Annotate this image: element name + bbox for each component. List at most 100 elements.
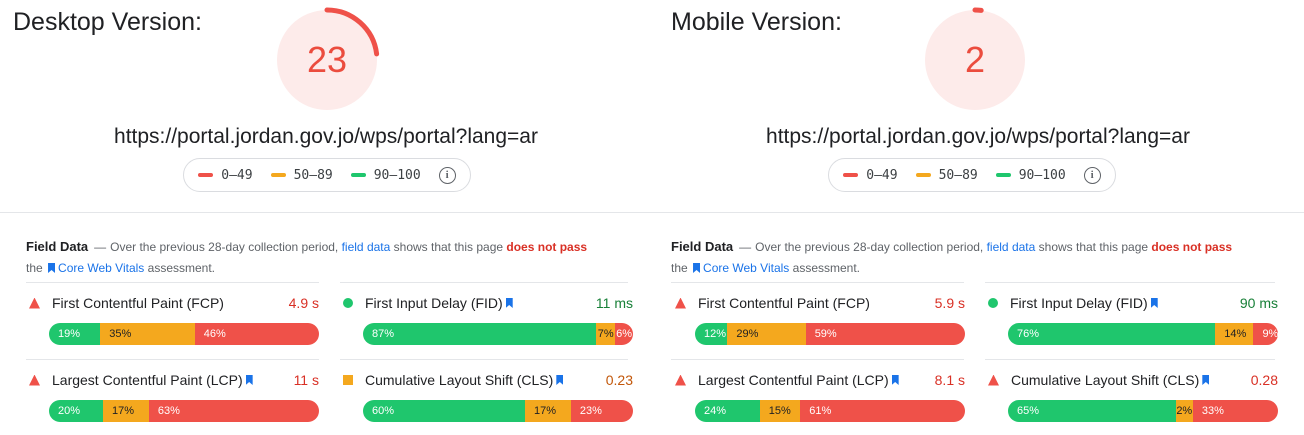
poor-triangle-icon	[29, 297, 40, 309]
distribution-bar: 65% 2% 33%	[1008, 400, 1278, 422]
distribution-bar: 12% 29% 59%	[695, 323, 965, 345]
segment-good: 20%	[49, 400, 103, 422]
poor-triangle-icon	[988, 374, 999, 386]
segment-good: 19%	[49, 323, 101, 345]
bookmark-icon	[245, 375, 253, 385]
tested-url: https://portal.jordan.gov.jo/wps/portal?…	[114, 125, 538, 148]
segment-average: 15%	[759, 400, 801, 422]
legend-item-good: 90–100	[350, 168, 421, 183]
legend-swatch-orange	[915, 173, 931, 177]
segment-average: 35%	[100, 323, 195, 345]
legend-item-poor: 0–49	[198, 168, 253, 183]
segment-good: 12%	[695, 323, 728, 345]
legend-swatch-red	[198, 173, 214, 177]
field-data-link[interactable]: field data	[987, 240, 1036, 254]
metric-divider	[985, 359, 1275, 360]
mobile-panel: Mobile Version: 2 https://portal.jordan.…	[652, 0, 1304, 435]
core-web-vitals-link[interactable]: Core Web Vitals	[58, 261, 144, 275]
field-data-intro: Field Data — Over the previous 28-day coll…	[671, 239, 1233, 275]
segment-good: 76%	[1008, 323, 1216, 345]
distribution-bar: 60% 17% 23%	[363, 400, 633, 422]
segment-average: 29%	[727, 323, 806, 345]
metric-header: First Contentful Paint (FCP) 4.9 s	[29, 293, 319, 313]
metric-value: 0.28	[1250, 372, 1278, 388]
segment-poor: 63%	[148, 400, 319, 422]
score-legend: 0–49 50–89 90–100 i	[828, 158, 1116, 192]
metric-header: Cumulative Layout Shift (CLS) 0.23	[343, 370, 633, 390]
metric-header: Largest Contentful Paint (LCP) 8.1 s	[675, 370, 965, 390]
info-icon[interactable]: i	[438, 166, 456, 184]
metric-value: 8.1 s	[934, 372, 965, 388]
metric-name: Cumulative Layout Shift (CLS)	[1011, 372, 1200, 388]
metric-name: Largest Contentful Paint (LCP)	[698, 372, 889, 388]
field-data-link[interactable]: field data	[342, 240, 391, 254]
metric-lcp: Largest Contentful Paint (LCP) 8.1 s 24% 15…	[675, 370, 965, 430]
performance-score-gauge: 2	[920, 5, 1030, 115]
core-web-vitals-link[interactable]: Core Web Vitals	[703, 261, 789, 275]
metric-fcp: First Contentful Paint (FCP) 5.9 s 12% 29% 5…	[675, 293, 965, 353]
performance-score: 23	[306, 39, 348, 80]
metric-fid: First Input Delay (FID) 90 ms 76% 14% 9%	[988, 293, 1278, 353]
segment-average: 14%	[1215, 323, 1254, 345]
average-square-icon	[343, 375, 353, 385]
bookmark-icon	[891, 375, 899, 385]
segment-good: 24%	[695, 400, 760, 422]
legend-item-average: 50–89	[915, 168, 978, 183]
metric-divider	[340, 359, 628, 360]
metric-value: 90 ms	[1239, 295, 1278, 311]
bookmark-icon	[1202, 375, 1210, 385]
metric-divider	[26, 282, 319, 283]
metric-divider	[985, 282, 1275, 283]
score-legend: 0–49 50–89 90–100 i	[183, 158, 471, 192]
metric-divider	[671, 359, 964, 360]
tested-url: https://portal.jordan.gov.jo/wps/portal?…	[766, 125, 1190, 148]
distribution-bar: 19% 35% 46%	[49, 323, 319, 345]
metric-value: 0.23	[605, 372, 633, 388]
bookmark-icon	[505, 298, 513, 308]
version-title: Mobile Version:	[671, 8, 842, 36]
metric-cls: Cumulative Layout Shift (CLS) 0.28 65% 2% 33…	[988, 370, 1278, 430]
good-circle-icon	[343, 298, 353, 308]
metric-name: First Input Delay (FID)	[365, 295, 503, 311]
segment-average: 7%	[596, 323, 616, 345]
metric-divider	[26, 359, 319, 360]
segment-good: 60%	[363, 400, 525, 422]
metric-header: Cumulative Layout Shift (CLS) 0.28	[988, 370, 1278, 390]
metric-header: First Input Delay (FID) 11 ms	[343, 293, 633, 313]
legend-item-good: 90–100	[995, 168, 1066, 183]
legend-swatch-green	[350, 173, 366, 177]
metric-value: 11 s	[293, 372, 319, 388]
metric-divider	[340, 282, 628, 283]
performance-score-gauge: 23	[272, 5, 382, 115]
version-title: Desktop Version:	[13, 8, 202, 36]
metric-name: Largest Contentful Paint (LCP)	[52, 372, 243, 388]
metric-value: 11 ms	[595, 295, 633, 311]
segment-average: 17%	[525, 400, 571, 422]
legend-item-average: 50–89	[270, 168, 333, 183]
distribution-bar: 24% 15% 61%	[695, 400, 965, 422]
metric-header: First Input Delay (FID) 90 ms	[988, 293, 1278, 313]
metric-name: First Input Delay (FID)	[1010, 295, 1148, 311]
poor-triangle-icon	[675, 297, 686, 309]
segment-poor: 33%	[1192, 400, 1278, 422]
metric-fcp: First Contentful Paint (FCP) 4.9 s 19% 35% 4…	[29, 293, 319, 353]
field-data-title: Field Data	[26, 239, 89, 254]
fail-status: does not pass	[506, 240, 588, 254]
fail-status: does not pass	[1151, 240, 1233, 254]
segment-poor: 61%	[800, 400, 965, 422]
info-icon[interactable]: i	[1083, 166, 1101, 184]
poor-triangle-icon	[675, 374, 686, 386]
metric-divider	[671, 282, 964, 283]
legend-swatch-green	[995, 173, 1011, 177]
field-data-intro: Field Data — Over the previous 28-day coll…	[26, 239, 588, 275]
metric-cls: Cumulative Layout Shift (CLS) 0.23 60% 17% 2…	[343, 370, 633, 430]
metric-name: Cumulative Layout Shift (CLS)	[365, 372, 554, 388]
bookmark-icon	[48, 263, 56, 273]
good-circle-icon	[988, 298, 998, 308]
distribution-bar: 20% 17% 63%	[49, 400, 319, 422]
legend-swatch-orange	[270, 173, 286, 177]
metric-name: First Contentful Paint (FCP)	[52, 295, 224, 311]
segment-poor: 46%	[194, 323, 319, 345]
distribution-bar: 87% 7% 6%	[363, 323, 633, 345]
segment-poor: 9%	[1253, 323, 1278, 345]
